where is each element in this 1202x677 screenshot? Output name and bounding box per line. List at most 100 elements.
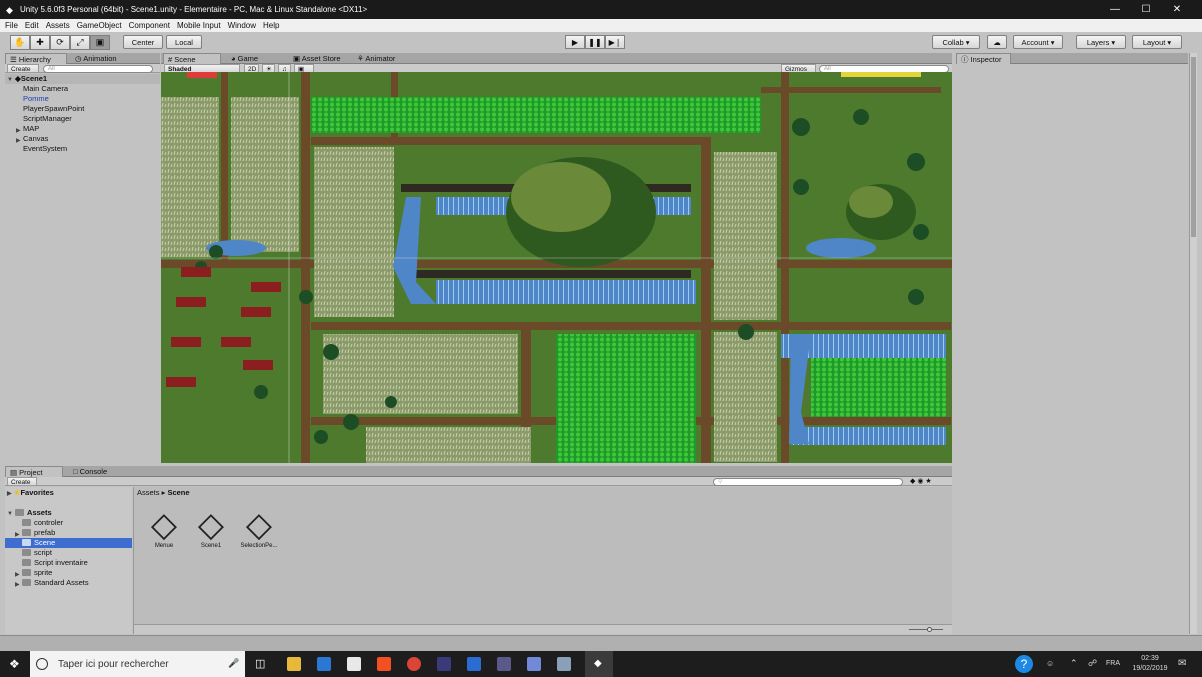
folder-standard-assets[interactable]: ▶ Standard Assets	[5, 578, 132, 588]
sprite-label: sprite	[34, 568, 53, 577]
assets-node[interactable]: ▼ Assets	[5, 508, 132, 518]
rotate-tool-icon[interactable]: ⟳	[50, 35, 70, 50]
notifications-icon[interactable]: ✉	[1178, 658, 1186, 669]
close-button[interactable]: ✕	[1162, 0, 1192, 19]
clock[interactable]: 02:39 19/02/2019	[1130, 654, 1170, 674]
task-view-icon[interactable]: ◫	[255, 657, 265, 670]
maximize-button[interactable]: ☐	[1131, 0, 1161, 19]
tab-asset-store[interactable]: ▣ Asset Store	[289, 53, 354, 64]
language-indicator[interactable]: FRA	[1106, 660, 1120, 667]
folder-controler[interactable]: controler	[5, 518, 132, 528]
asset-file-selectionpe[interactable]: ◇ SelectionPe...	[236, 507, 282, 555]
help-icon[interactable]: ?	[1015, 655, 1033, 673]
zoom-slider[interactable]	[909, 629, 943, 630]
menu-mobile-input[interactable]: Mobile Input	[177, 21, 221, 30]
tab-game[interactable]: ◕ Game	[227, 53, 277, 64]
cloud-button[interactable]: ☁	[987, 35, 1007, 49]
file-explorer-icon[interactable]	[287, 657, 301, 671]
asset-file-scene1[interactable]: ◇ Scene1	[191, 507, 231, 555]
tab-inspector[interactable]: ⓘ Inspector	[956, 53, 1011, 64]
app-gray-icon[interactable]	[557, 657, 571, 671]
project-folder-tree: ▶ ★Favorites ▼ Assets controler ▶ prefab …	[5, 487, 132, 634]
asset-file-menue[interactable]: ◇ Menue	[144, 507, 184, 555]
status-bar	[0, 635, 1202, 651]
rect-tool-icon[interactable]: ▣	[90, 35, 110, 50]
zoom-slider-thumb[interactable]	[927, 627, 932, 632]
hierarchy-item-main-camera[interactable]: Main Camera	[5, 84, 160, 94]
app-purple-icon[interactable]	[497, 657, 511, 671]
folder-scene[interactable]: Scene	[5, 538, 132, 548]
pivot-center-button[interactable]: Center	[123, 35, 163, 49]
folder-prefab[interactable]: ▶ prefab	[5, 528, 132, 538]
hierarchy-item-canvas[interactable]: ▶ Canvas	[5, 134, 160, 144]
scene-root-label: Scene1	[20, 74, 48, 83]
app-m-icon[interactable]	[437, 657, 451, 671]
menu-assets[interactable]: Assets	[46, 21, 70, 30]
tab-console[interactable]: □ Console	[69, 466, 129, 477]
menu-component[interactable]: Component	[129, 21, 170, 30]
scale-tool-icon[interactable]: ⤢	[70, 35, 90, 50]
people-icon[interactable]: ☺	[1046, 659, 1054, 668]
discord-icon[interactable]	[527, 657, 541, 671]
pivot-local-button[interactable]: Local	[166, 35, 202, 49]
move-tool-icon[interactable]: ✚	[30, 35, 50, 50]
edge-icon[interactable]	[317, 657, 331, 671]
scene-viewport[interactable]	[161, 72, 952, 463]
project-search-input[interactable]: ⚲	[713, 478, 903, 486]
app-blue-icon[interactable]	[467, 657, 481, 671]
hierarchy-item-eventsystem[interactable]: EventSystem	[5, 144, 160, 154]
pause-button[interactable]: ❚❚	[585, 35, 605, 49]
project-filter-icons[interactable]: ◆ ◉ ★	[910, 477, 948, 486]
step-button[interactable]: ▶❘	[605, 35, 625, 49]
tab-project[interactable]: ▤ Project	[5, 466, 63, 477]
favorites-node[interactable]: ▶ ★Favorites	[5, 488, 132, 498]
play-button[interactable]: ▶	[565, 35, 585, 49]
folder-sprite[interactable]: ▶ sprite	[5, 568, 132, 578]
folder-script-inventaire[interactable]: Script inventaire	[5, 558, 132, 568]
chrome-icon[interactable]	[407, 657, 421, 671]
taskbar-search-box[interactable]: Taper ici pour rechercher 🎤	[30, 651, 245, 677]
breadcrumb-scene[interactable]: Scene	[167, 488, 189, 497]
menu-window[interactable]: Window	[228, 21, 256, 30]
menu-file[interactable]: File	[5, 21, 18, 30]
unity-logo-icon: ◆	[6, 4, 13, 15]
menu-help[interactable]: Help	[263, 21, 279, 30]
expand-arrow-icon[interactable]: ▼	[7, 511, 13, 517]
scrollbar-thumb[interactable]	[1191, 57, 1196, 237]
chevron-up-icon[interactable]: ⌃	[1070, 658, 1078, 669]
breadcrumb-assets[interactable]: Assets	[137, 488, 160, 497]
tab-scene[interactable]: # Scene	[163, 53, 221, 64]
account-button[interactable]: Account ▾	[1013, 35, 1063, 49]
menu-edit[interactable]: Edit	[25, 21, 39, 30]
store-icon[interactable]	[377, 657, 391, 671]
mail-icon[interactable]	[347, 657, 361, 671]
hierarchy-item-scriptmanager[interactable]: ScriptManager	[5, 114, 160, 124]
collapse-arrow-icon[interactable]: ▶	[15, 580, 20, 590]
windows-start-icon[interactable]: ❖	[9, 658, 21, 670]
tab-animator[interactable]: ⚘ Animator	[353, 53, 413, 64]
minimize-button[interactable]: —	[1100, 0, 1130, 19]
collapse-arrow-icon[interactable]: ▶	[7, 491, 12, 497]
folder-icon	[22, 559, 31, 566]
microphone-icon[interactable]: 🎤	[228, 658, 239, 669]
layout-button[interactable]: Layout ▾	[1132, 35, 1182, 49]
tab-hierarchy[interactable]: ☰ Hierarchy	[5, 53, 67, 64]
scene-root[interactable]: ▼ ◆Scene1	[5, 74, 160, 84]
layers-button[interactable]: Layers ▾	[1076, 35, 1126, 49]
collab-button[interactable]: Collab ▾	[932, 35, 980, 49]
hierarchy-create-dropdown[interactable]: Create ▾	[7, 64, 39, 82]
network-icon[interactable]: ☍	[1088, 658, 1097, 669]
hierarchy-search-input[interactable]: All	[43, 65, 153, 73]
tab-animation[interactable]: ◷ Animation	[71, 53, 131, 64]
right-scrollbar[interactable]	[1189, 53, 1197, 634]
hierarchy-item-playerspawnpoint[interactable]: PlayerSpawnPoint	[5, 104, 160, 114]
expand-arrow-icon[interactable]: ▼	[7, 77, 13, 83]
unity-taskbar-button[interactable]: ◆	[585, 651, 613, 677]
asset-file-label: Menue	[154, 543, 174, 549]
hierarchy-item-map[interactable]: ▶ MAP	[5, 124, 160, 134]
folder-script[interactable]: script	[5, 548, 132, 558]
hand-tool-icon[interactable]: ✋	[10, 35, 30, 50]
hierarchy-item-pomme[interactable]: Pomme	[5, 94, 160, 104]
menu-gameobject[interactable]: GameObject	[77, 21, 122, 30]
project-create-dropdown[interactable]: Create ▾	[7, 477, 37, 495]
